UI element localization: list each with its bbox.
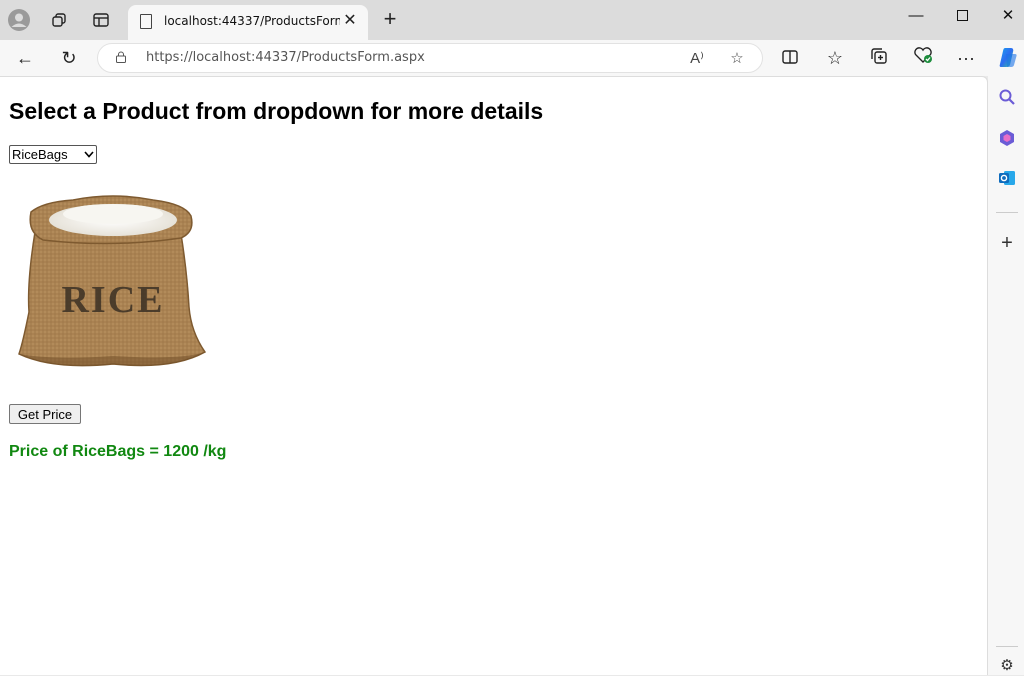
tab-actions-icon[interactable] <box>89 8 113 32</box>
rice-label: RICE <box>61 279 164 321</box>
window-close-icon[interactable]: ✕ <box>985 4 1024 28</box>
address-bar[interactable]: https://localhost:44337/ProductsForm.asp… <box>97 43 763 73</box>
navigation-bar: ← ↻ https://localhost:44337/ProductsForm… <box>0 40 1024 76</box>
title-bar: localhost:44337/ProductsForm.aspx ✕ + — … <box>0 0 1024 40</box>
close-icon[interactable]: ✕ <box>340 11 360 31</box>
search-icon[interactable] <box>997 89 1017 109</box>
split-screen-icon[interactable] <box>776 46 804 70</box>
add-icon[interactable]: + <box>997 233 1017 253</box>
performance-icon[interactable] <box>909 46 937 70</box>
maximize-icon[interactable] <box>939 4 985 28</box>
page-viewport: Select a Product from dropdown for more … <box>0 76 988 675</box>
edge-sidebar: + ⚙ <box>988 76 1024 675</box>
active-tab[interactable]: localhost:44337/ProductsForm.aspx ✕ <box>128 5 368 40</box>
tab-title: localhost:44337/ProductsForm.aspx <box>164 14 340 28</box>
read-aloud-icon[interactable]: A⁾ <box>686 48 708 70</box>
office-icon[interactable] <box>997 129 1017 149</box>
workspaces-icon[interactable] <box>47 8 71 32</box>
favorite-icon[interactable]: ☆ <box>726 48 748 70</box>
outlook-icon[interactable] <box>997 169 1017 189</box>
chevron-down-icon <box>84 151 94 158</box>
price-result: Price of RiceBags = 1200 /kg <box>9 443 227 460</box>
product-dropdown-value: RiceBags <box>12 147 68 162</box>
product-dropdown[interactable]: RiceBags <box>9 145 97 164</box>
product-image: RICE <box>13 192 209 372</box>
collections-icon[interactable] <box>865 46 893 70</box>
sidebar-divider <box>996 212 1018 213</box>
profile-icon[interactable] <box>7 8 31 32</box>
back-icon[interactable]: ← <box>11 46 39 70</box>
settings-icon[interactable]: ⚙ <box>997 656 1017 676</box>
sidebar-divider <box>996 646 1018 647</box>
copilot-icon[interactable] <box>994 46 1022 70</box>
favorites-icon[interactable]: ☆ <box>821 46 849 70</box>
lock-icon[interactable] <box>116 51 126 63</box>
page-icon <box>140 14 152 29</box>
more-icon[interactable]: ··· <box>952 46 980 70</box>
get-price-button[interactable]: Get Price <box>9 404 81 424</box>
page-title: Select a Product from dropdown for more … <box>9 98 544 124</box>
minimize-icon[interactable]: — <box>893 4 939 28</box>
new-tab-icon[interactable]: + <box>378 8 402 32</box>
refresh-icon[interactable]: ↻ <box>55 46 83 70</box>
url-text: https://localhost:44337/ProductsForm.asp… <box>146 50 425 65</box>
